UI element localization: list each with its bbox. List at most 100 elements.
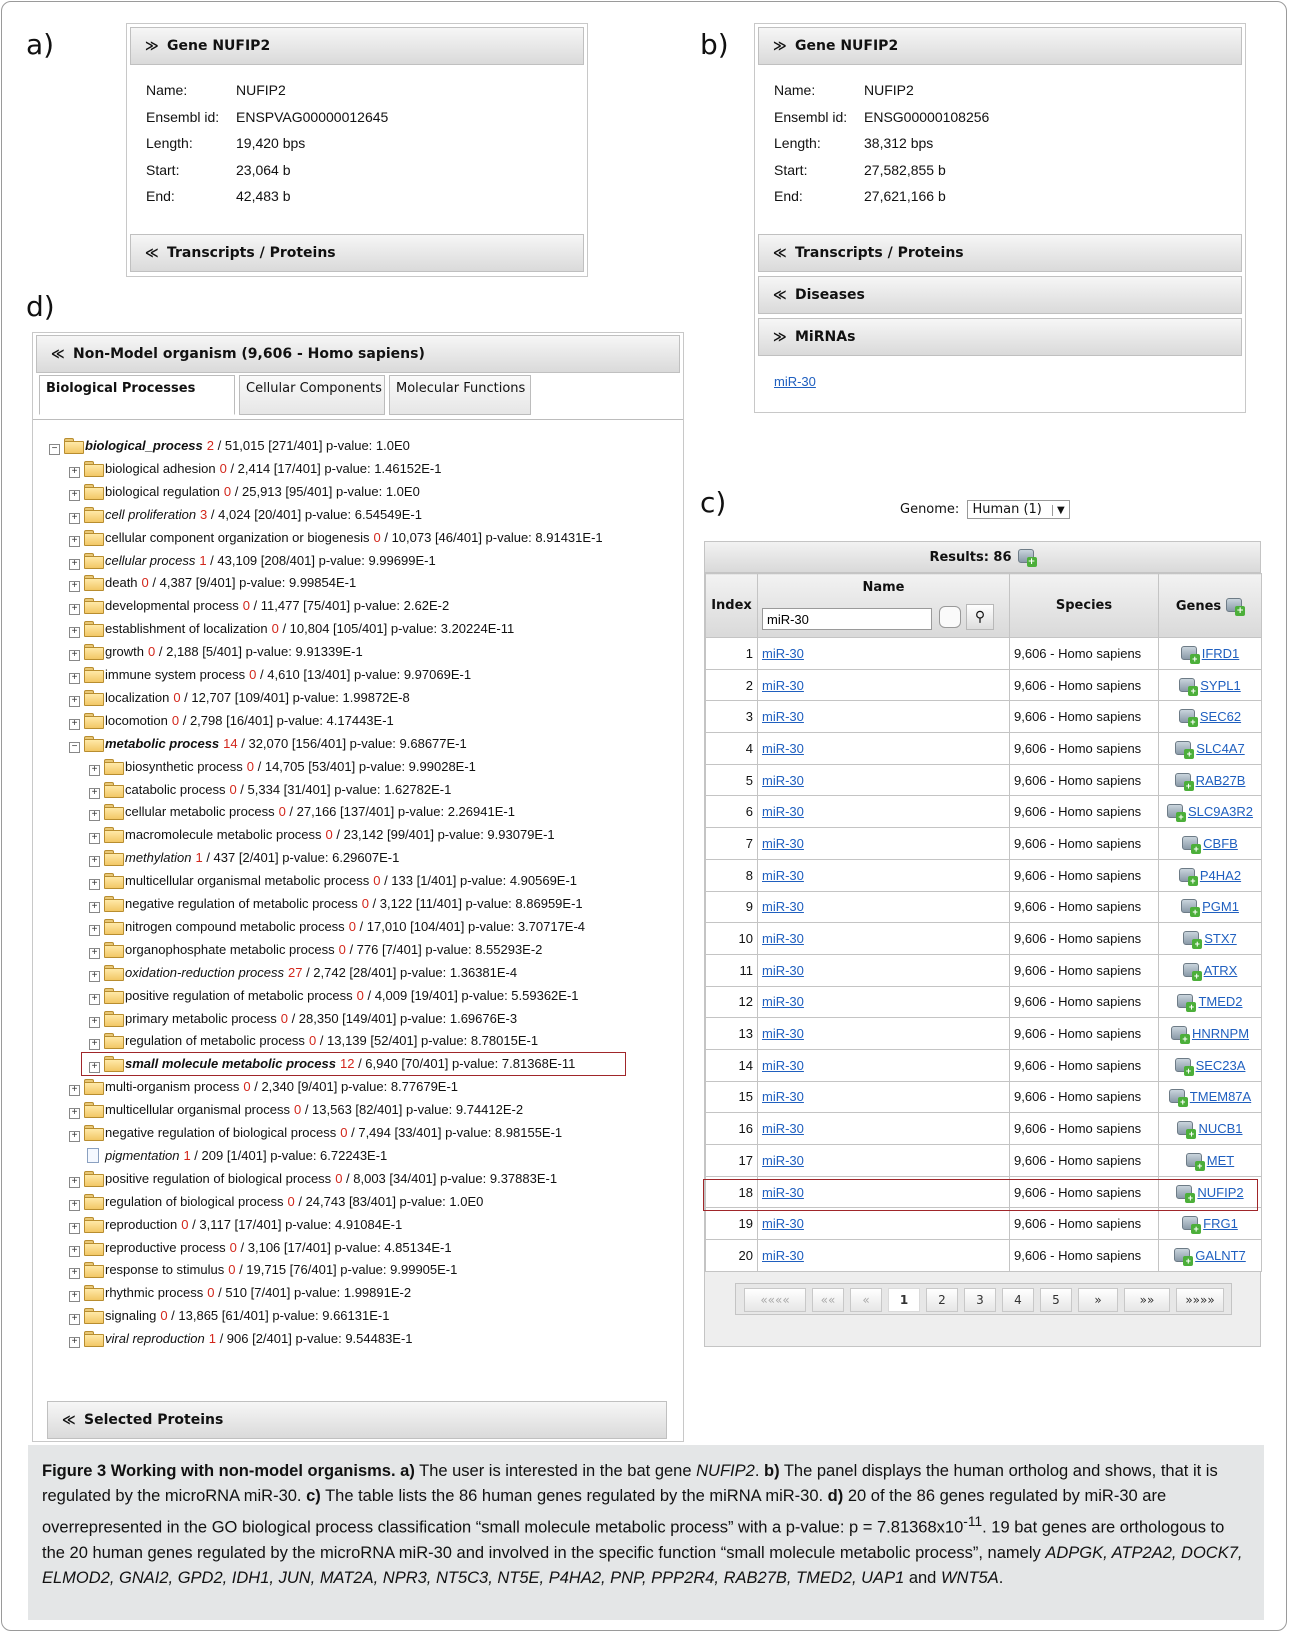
collapse-icon[interactable]: − <box>49 444 60 455</box>
expand-icon[interactable]: + <box>69 1268 80 1280</box>
go-tree-node[interactable]: + biosynthetic process 0 / 14,705 [53/401]… <box>89 757 476 777</box>
col-index[interactable]: Index <box>705 573 758 638</box>
go-tree-node[interactable]: + cell proliferation 3 / 4,024 [20/401] p-… <box>69 505 422 525</box>
go-tree-node[interactable]: + negative regulation of metabolic proces… <box>89 894 583 914</box>
go-tree-node[interactable]: + establishment of localization 0 / 10,804… <box>69 619 514 639</box>
table-row[interactable]: 2 miR-30 9,606 - Homo sapiens SYPL1 <box>705 668 1262 702</box>
go-tree-node[interactable]: pigmentation 1 / 209 [1/401] p-value: 6.7… <box>69 1146 387 1166</box>
table-row[interactable]: 20 miR-30 9,606 - Homo sapiens GALNT7 <box>705 1239 1262 1272</box>
pager-button[interactable]: 5 <box>1040 1288 1072 1312</box>
mirna-link[interactable]: miR-30 <box>774 374 816 389</box>
table-row[interactable]: 13 miR-30 9,606 - Homo sapiens HNRNPM <box>705 1017 1262 1050</box>
gene-link[interactable]: IFRD1 <box>1202 646 1240 661</box>
export-icon[interactable] <box>1017 549 1037 567</box>
expand-icon[interactable]: + <box>69 1245 80 1257</box>
go-tree-node[interactable]: + methylation 1 / 437 [2/401] p-value: 6.2… <box>89 848 399 868</box>
mirna-link[interactable]: miR-30 <box>762 741 804 756</box>
go-tree-node[interactable]: + cellular metabolic process 0 / 27,166 [1… <box>89 802 515 822</box>
tab-cellular-components[interactable]: Cellular Components <box>239 375 385 415</box>
transcripts-header-a[interactable]: ≪ Transcripts / Proteins <box>130 234 584 272</box>
pager-button[interactable]: » <box>1078 1288 1118 1312</box>
pager-button[interactable]: »»»» <box>1176 1288 1224 1312</box>
go-tree-node[interactable]: + cellular process 1 / 43,109 [208/401] p-… <box>69 551 436 571</box>
database-icon[interactable] <box>1170 1026 1190 1045</box>
mirna-link[interactable]: miR-30 <box>762 1026 804 1041</box>
expand-icon[interactable]: + <box>69 1108 80 1120</box>
pager-button[interactable]: «« <box>812 1288 844 1312</box>
gene-link[interactable]: SEC23A <box>1196 1058 1246 1073</box>
mirna-link[interactable]: miR-30 <box>762 1089 804 1104</box>
go-tree-node[interactable]: + regulation of biological process 0 / 24,… <box>69 1192 483 1212</box>
database-icon[interactable] <box>1178 867 1198 886</box>
filter-checkbox[interactable] <box>939 606 961 628</box>
expand-icon[interactable]: + <box>89 924 100 936</box>
binoculars-icon[interactable]: ⚲ <box>966 604 994 630</box>
go-tree-node[interactable]: − metabolic process 14 / 32,070 [156/401] … <box>69 734 467 754</box>
pager-button[interactable]: «««« <box>744 1288 806 1312</box>
database-icon[interactable] <box>1179 677 1199 696</box>
tab-molecular-functions[interactable]: Molecular Functions <box>389 375 531 415</box>
gene-link[interactable]: SYPL1 <box>1200 678 1240 693</box>
database-icon[interactable] <box>1177 994 1197 1013</box>
organism-header[interactable]: ≪ Non-Model organism (9,606 - Homo sapien… <box>36 335 680 373</box>
table-row[interactable]: 5 miR-30 9,606 - Homo sapiens RAB27B <box>705 763 1262 797</box>
expand-icon[interactable]: + <box>89 970 100 982</box>
gene-link[interactable]: PGM1 <box>1202 899 1239 914</box>
mirna-link[interactable]: miR-30 <box>762 963 804 978</box>
go-tree-node[interactable]: + multicellular organismal metabolic proc… <box>89 871 577 891</box>
col-name-label[interactable]: Name <box>762 580 1005 595</box>
gene-link[interactable]: TMEM87A <box>1190 1089 1251 1104</box>
gene-link[interactable]: P4HA2 <box>1200 868 1241 883</box>
expand-icon[interactable]: + <box>69 581 80 593</box>
expand-icon[interactable]: + <box>69 489 80 501</box>
go-tree-node[interactable]: + growth 0 / 2,188 [5/401] p-value: 9.9133… <box>69 642 363 662</box>
expand-icon[interactable]: + <box>89 902 100 913</box>
gene-link[interactable]: RAB27B <box>1196 773 1246 788</box>
go-tree-node[interactable]: + developmental process 0 / 11,477 [75/401… <box>69 596 449 616</box>
table-row[interactable]: 3 miR-30 9,606 - Homo sapiens SEC62 <box>705 700 1262 734</box>
mirna-link[interactable]: miR-30 <box>762 931 804 946</box>
go-tree-node[interactable]: + oxidation-reduction process 27 / 2,742 [… <box>89 963 517 983</box>
go-tree-node[interactable]: + catabolic process 0 / 5,334 [31/401] p-v… <box>89 780 451 800</box>
expand-icon[interactable]: + <box>69 1314 80 1326</box>
pager-button[interactable]: »» <box>1124 1288 1170 1312</box>
table-row[interactable]: 12 miR-30 9,606 - Homo sapiens TMED2 <box>705 985 1262 1019</box>
table-row[interactable]: 9 miR-30 9,606 - Homo sapiens PGM1 <box>705 890 1262 924</box>
go-tree-node[interactable]: + response to stimulus 0 / 19,715 [76/401]… <box>69 1260 457 1280</box>
gene-header-b[interactable]: ≫ Gene NUFIP2 <box>758 27 1242 65</box>
go-tree-node[interactable]: + cellular component organization or biog… <box>69 528 603 548</box>
mirna-link[interactable]: miR-30 <box>762 1248 804 1263</box>
expand-icon[interactable]: + <box>69 1085 80 1097</box>
diseases-header[interactable]: ≪ Diseases <box>758 276 1242 314</box>
mirna-link[interactable]: miR-30 <box>762 646 804 661</box>
go-tree-node[interactable]: + macromolecule metabolic process 0 / 23,1… <box>89 825 555 845</box>
database-icon[interactable] <box>1182 1216 1202 1235</box>
gene-link[interactable]: HNRNPM <box>1192 1026 1249 1041</box>
pager-button[interactable]: 3 <box>964 1288 996 1312</box>
go-tree-node[interactable]: + locomotion 0 / 2,798 [16/401] p-value: 4… <box>69 711 394 731</box>
table-row[interactable]: 15 miR-30 9,606 - Homo sapiens TMEM87A <box>705 1080 1262 1114</box>
database-icon[interactable] <box>1185 1152 1205 1171</box>
expand-icon[interactable]: + <box>69 1176 80 1188</box>
expand-icon[interactable]: + <box>89 810 100 822</box>
mirna-link[interactable]: miR-30 <box>762 1058 804 1073</box>
go-tree-node[interactable]: + regulation of metabolic process 0 / 13,1… <box>89 1031 538 1051</box>
go-tree-node[interactable]: + primary metabolic process 0 / 28,350 [14… <box>89 1009 517 1029</box>
table-row[interactable]: 6 miR-30 9,606 - Homo sapiens SLC9A3R2 <box>705 795 1262 829</box>
go-tree-node[interactable]: + signaling 0 / 13,865 [61/401] p-value: 9… <box>69 1306 389 1326</box>
gene-link[interactable]: GALNT7 <box>1195 1248 1246 1263</box>
mirna-link[interactable]: miR-30 <box>762 899 804 914</box>
expand-icon[interactable]: + <box>89 764 100 776</box>
col-species[interactable]: Species <box>1009 573 1159 638</box>
go-tree-node[interactable]: + multi-organism process 0 / 2,340 [9/401]… <box>69 1077 458 1097</box>
collapse-icon[interactable]: − <box>69 741 80 753</box>
expand-icon[interactable]: + <box>89 1039 100 1051</box>
selected-proteins-header[interactable]: ≪ Selected Proteins <box>47 1401 667 1439</box>
expand-icon[interactable]: + <box>69 604 80 616</box>
go-tree-node[interactable]: + nitrogen compound metabolic process 0 / … <box>89 917 585 937</box>
expand-icon[interactable]: + <box>89 947 100 959</box>
go-tree-node[interactable]: + positive regulation of biological proce… <box>69 1169 557 1189</box>
go-tree-node[interactable]: + death 0 / 4,387 [9/401] p-value: 9.99854… <box>69 573 356 593</box>
transcripts-header-b[interactable]: ≪ Transcripts / Proteins <box>758 234 1242 272</box>
go-tree-node[interactable]: + viral reproduction 1 / 906 [2/401] p-val… <box>69 1329 413 1349</box>
